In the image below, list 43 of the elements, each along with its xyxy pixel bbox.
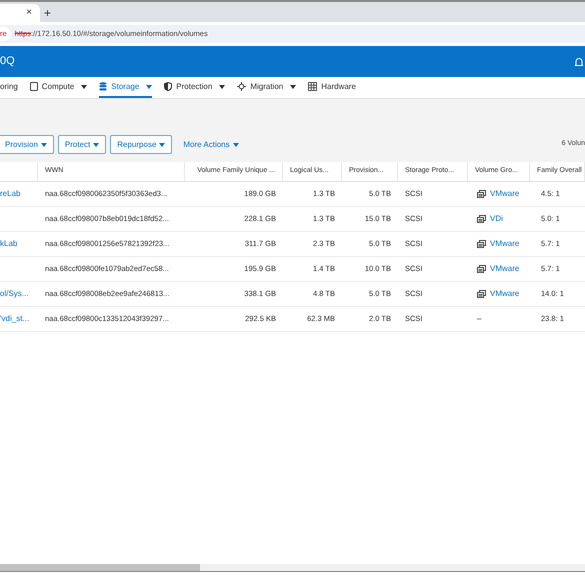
volume-group-link[interactable]: VMware — [490, 238, 520, 250]
volume-group-link[interactable]: VMware — [490, 188, 520, 200]
app-title: 0Q — [0, 54, 15, 70]
table-cell: – — [477, 313, 482, 325]
caret-icon — [159, 142, 166, 146]
caret-icon — [232, 142, 239, 146]
volume-name-link[interactable]: kLab — [0, 238, 18, 250]
nav-tab[interactable]: Compute — [30, 77, 88, 98]
scrollbar-thumb[interactable] — [0, 564, 200, 571]
caret-icon — [81, 84, 88, 88]
grid-icon — [308, 82, 318, 91]
volume-group-icon — [477, 290, 486, 298]
close-icon[interactable]: × — [26, 8, 32, 18]
action-button[interactable]: Protect — [58, 135, 106, 154]
action-button[interactable]: Provision — [0, 135, 54, 154]
caret-icon — [146, 84, 152, 88]
volume-group-icon — [477, 265, 486, 273]
nav-tab[interactable]: Migration — [237, 77, 296, 98]
document-icon — [30, 82, 38, 91]
caret-icon — [219, 84, 226, 88]
migration-icon — [237, 82, 246, 91]
browser-tab[interactable]: × — [0, 4, 40, 22]
volume-name-link[interactable]: 'vdi_st... — [0, 313, 30, 325]
volume-group-icon — [477, 215, 486, 223]
nav-tab[interactable]: Protection — [164, 77, 226, 98]
volume-name-link[interactable]: ol/Sys... — [0, 288, 28, 300]
volume-name-link[interactable]: reLab — [0, 188, 20, 200]
more-actions-link[interactable]: More Actions — [177, 135, 245, 154]
nav-tab[interactable]: oring — [0, 77, 18, 98]
action-button[interactable]: Repurpose — [110, 135, 172, 154]
caret-icon — [93, 142, 100, 146]
new-tab-button[interactable]: + — [44, 7, 52, 19]
volume-group-icon — [477, 190, 486, 198]
volume-group-link[interactable]: VMware — [490, 288, 520, 300]
shield-icon — [164, 82, 172, 91]
bell-icon[interactable] — [575, 56, 583, 66]
caret-icon — [290, 84, 296, 88]
volume-group-icon — [477, 240, 486, 248]
caret-icon — [40, 142, 47, 146]
volume-group-link[interactable]: VDi — [490, 213, 503, 225]
database-icon — [99, 82, 108, 91]
nav-tab[interactable]: Hardware — [308, 77, 356, 98]
volume-group-link[interactable]: VMware — [490, 263, 520, 275]
